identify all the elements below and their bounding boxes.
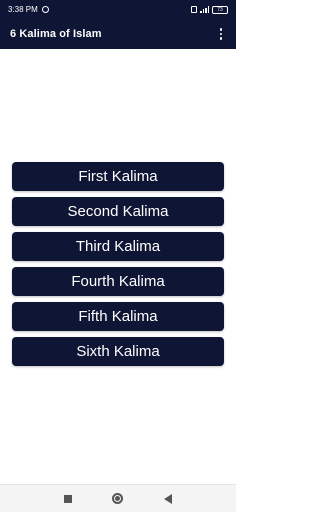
recents-square-icon[interactable]: [64, 494, 73, 503]
alarm-icon: [41, 6, 49, 13]
fourth-kalima-button[interactable]: Fourth Kalima: [12, 267, 224, 296]
back-triangle-icon[interactable]: [163, 493, 172, 504]
status-bar: 3:38 PM 73: [0, 0, 236, 19]
battery-level: 73: [217, 6, 223, 13]
status-time: 3:38 PM: [8, 5, 38, 14]
sixth-kalima-button[interactable]: Sixth Kalima: [12, 337, 224, 366]
first-kalima-button[interactable]: First Kalima: [12, 162, 224, 191]
third-kalima-button[interactable]: Third Kalima: [12, 232, 224, 261]
app-screen: 3:38 PM 73 6 Kalima of Islam First Kalim…: [0, 0, 236, 512]
system-nav-bar: [0, 484, 236, 512]
battery-icon: 73: [212, 5, 228, 14]
signal-icon: [200, 6, 209, 13]
second-kalima-button[interactable]: Second Kalima: [12, 197, 224, 226]
app-title: 6 Kalima of Islam: [10, 28, 102, 40]
sim-icon: [191, 6, 197, 13]
app-bar: 6 Kalima of Islam: [0, 19, 236, 49]
status-left: 3:38 PM: [8, 5, 49, 14]
home-circle-icon[interactable]: [112, 493, 124, 504]
kalima-button-list: First Kalima Second Kalima Third Kalima …: [12, 162, 224, 366]
fifth-kalima-button[interactable]: Fifth Kalima: [12, 302, 224, 331]
status-right: 73: [191, 5, 228, 14]
overflow-menu-icon[interactable]: [216, 27, 226, 41]
